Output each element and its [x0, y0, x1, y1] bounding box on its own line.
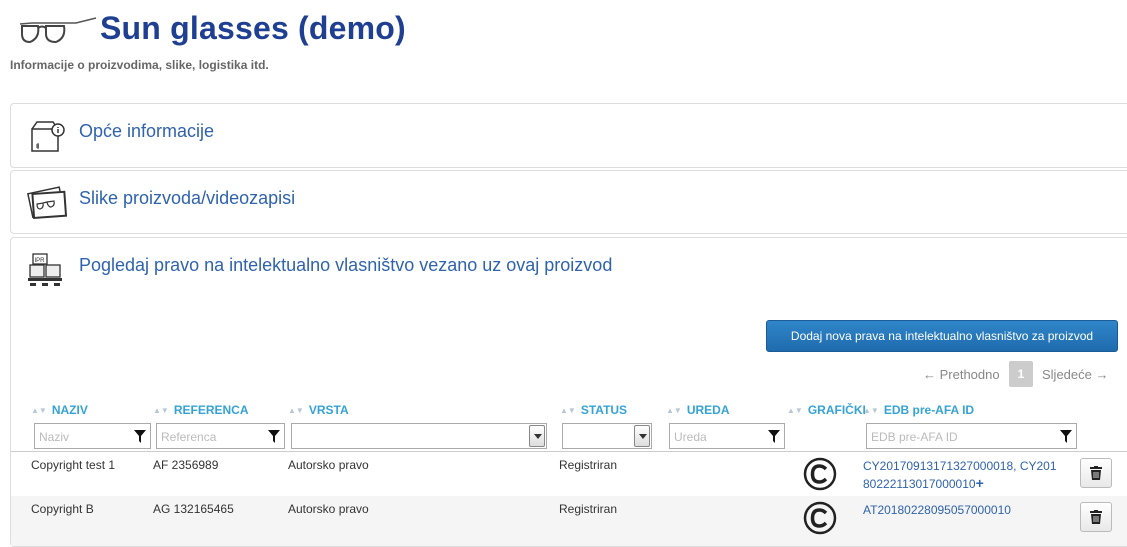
filter-ureda-input[interactable]: Ureda: [669, 423, 785, 449]
cell-referenca: AG 132165465: [153, 502, 234, 516]
chevron-down-icon[interactable]: [634, 425, 650, 447]
trash-icon: [1090, 510, 1102, 524]
page-subtitle: Informacije o proizvodima, slike, logist…: [10, 58, 269, 72]
col-header-graficki[interactable]: ▲▼ GRAFIČKI: [787, 403, 866, 417]
add-ipr-button[interactable]: Dodaj nova prava na intelektualno vlasni…: [766, 320, 1118, 352]
filter-icon[interactable]: [268, 430, 280, 443]
filter-icon[interactable]: [134, 430, 146, 443]
box-info-icon: [31, 121, 65, 152]
trash-icon: [1090, 466, 1102, 480]
current-page[interactable]: 1: [1009, 361, 1033, 387]
panel-product-images[interactable]: Slike proizvoda/videozapisi: [10, 170, 1127, 234]
cell-status: Registriran: [559, 458, 618, 472]
cell-vrsta: Autorsko pravo: [288, 502, 369, 516]
cell-status: Registriran: [559, 502, 618, 516]
filter-icon[interactable]: [1060, 430, 1072, 443]
cell-edb-ids[interactable]: AT20180228095057000010: [863, 502, 1073, 519]
sort-icon: ▲▼: [666, 406, 682, 415]
panel-ipr: IPR Pogledaj pravo na intelektualno vlas…: [10, 237, 1127, 547]
sort-icon: ▲▼: [863, 406, 879, 415]
filter-vrsta-select[interactable]: [291, 423, 547, 449]
filter-edb-input[interactable]: EDB pre-AFA ID: [866, 423, 1077, 449]
panel-title[interactable]: Opće informacije: [79, 121, 214, 142]
col-header-edb[interactable]: ▲▼ EDB pre-AFA ID: [863, 403, 974, 417]
col-header-ureda[interactable]: ▲▼ UREDA: [666, 403, 730, 417]
page-title: Sun glasses (demo): [100, 10, 406, 46]
col-header-vrsta[interactable]: ▲▼ VRSTA: [288, 403, 349, 417]
panel-title[interactable]: Pogledaj pravo na intelektualno vlasništ…: [79, 255, 612, 276]
table-row: Copyright test 1 AF 2356989 Autorsko pra…: [11, 451, 1127, 496]
glasses-icon: [19, 17, 97, 44]
cell-vrsta: Autorsko pravo: [288, 458, 369, 472]
cell-edb-ids[interactable]: CY20170913171327000018, CY201 8022211301…: [863, 458, 1073, 493]
delete-button[interactable]: [1080, 458, 1112, 488]
next-page-link[interactable]: Sljedeće →: [1042, 367, 1108, 382]
cell-naziv: Copyright B: [31, 502, 94, 516]
copyright-icon: [803, 457, 837, 491]
prev-page-link[interactable]: ← Prethodno: [923, 367, 1000, 382]
chevron-down-icon[interactable]: [529, 425, 545, 447]
filter-referenca-input[interactable]: Referenca: [156, 423, 285, 449]
sort-icon: ▲▼: [153, 406, 169, 415]
sort-icon: ▲▼: [288, 406, 304, 415]
svg-text:IPR: IPR: [35, 258, 46, 264]
expand-plus-icon[interactable]: +: [976, 475, 984, 491]
ipr-pallet-icon: IPR: [28, 253, 62, 286]
product-photo-icon: [27, 186, 67, 220]
col-header-status[interactable]: ▲▼ STATUS: [560, 403, 627, 417]
panel-general-info[interactable]: Opće informacije: [10, 103, 1127, 168]
sort-icon: ▲▼: [31, 406, 47, 415]
filter-icon[interactable]: [768, 430, 780, 443]
table-row: Copyright B AG 132165465 Autorsko pravo …: [11, 496, 1127, 546]
filter-status-select[interactable]: [562, 423, 652, 449]
sort-icon: ▲▼: [787, 406, 803, 415]
filter-naziv-input[interactable]: Naziv: [34, 423, 151, 449]
cell-referenca: AF 2356989: [153, 458, 219, 472]
copyright-icon: [803, 501, 837, 535]
delete-button[interactable]: [1080, 502, 1112, 532]
cell-naziv: Copyright test 1: [31, 458, 116, 472]
col-header-naziv[interactable]: ▲▼ NAZIV: [31, 403, 88, 417]
col-header-referenca[interactable]: ▲▼ REFERENCA: [153, 403, 249, 417]
sort-icon: ▲▼: [560, 406, 576, 415]
panel-title[interactable]: Slike proizvoda/videozapisi: [79, 188, 295, 209]
